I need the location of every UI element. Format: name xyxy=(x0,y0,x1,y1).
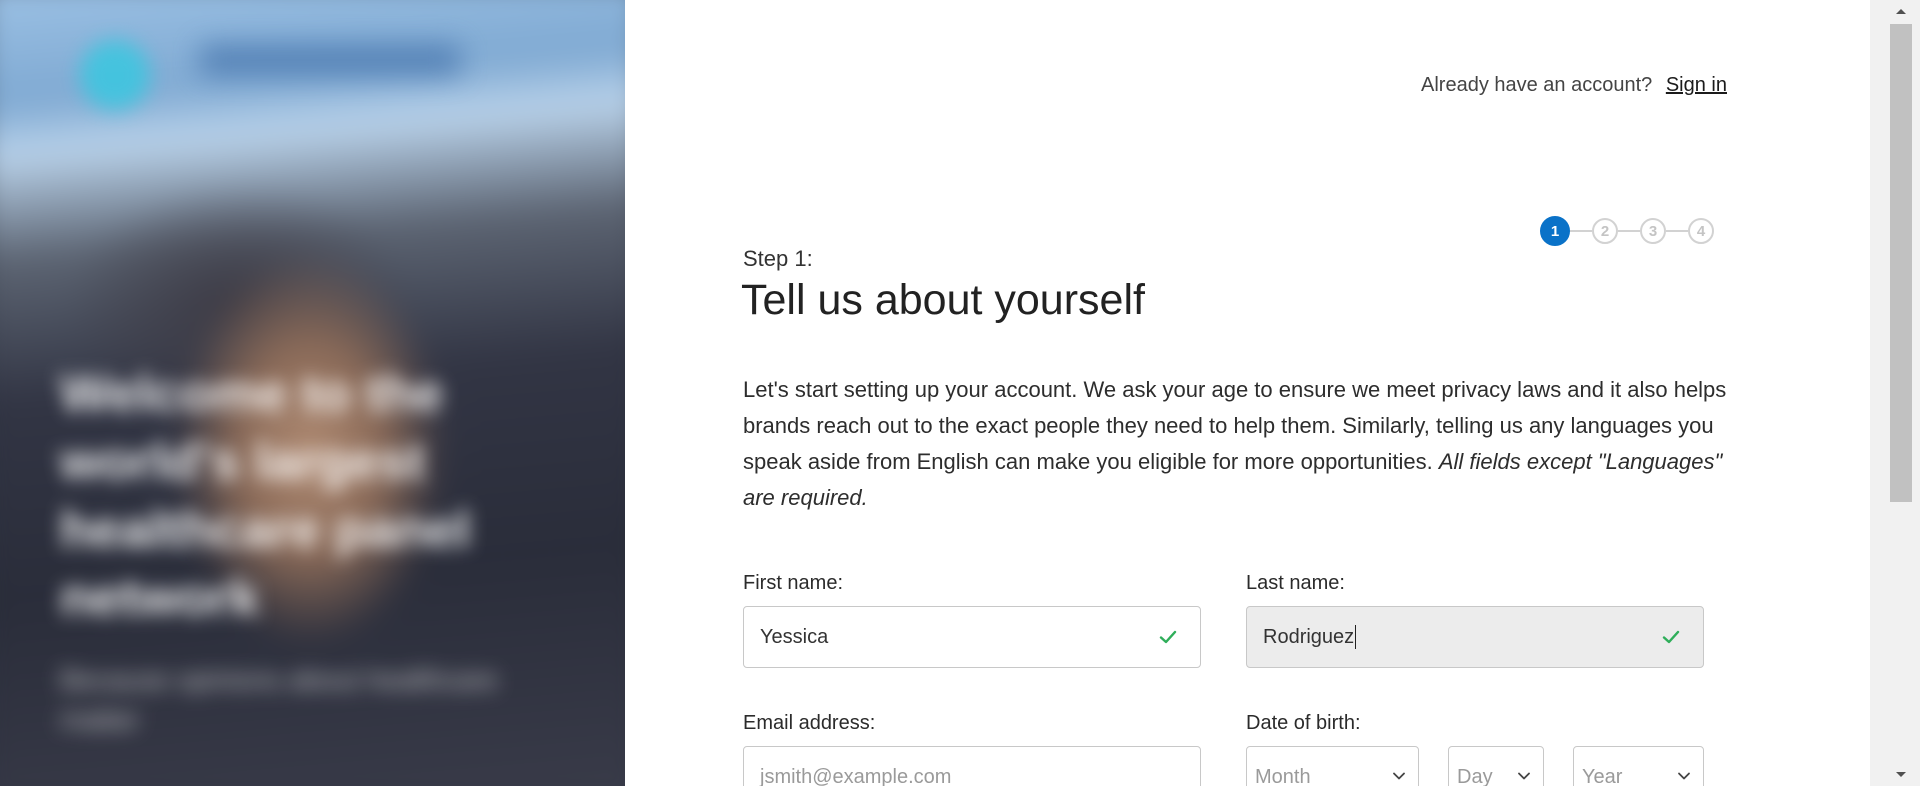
month-placeholder: Month xyxy=(1255,765,1311,786)
step-connector xyxy=(1666,230,1688,232)
text-caret xyxy=(1355,625,1357,649)
hero-headline: Welcome to the world's largest healthcar… xyxy=(60,365,471,627)
year-placeholder: Year xyxy=(1582,765,1623,786)
vertical-scrollbar[interactable] xyxy=(1870,0,1920,786)
email-label: Email address: xyxy=(743,712,876,734)
signin-prompt: Already have an account? Sign in xyxy=(1421,74,1727,97)
chevron-down-icon xyxy=(1678,772,1690,780)
intro-paragraph: Let's start setting up your account. We … xyxy=(743,372,1733,516)
dob-day-select[interactable]: Day xyxy=(1448,746,1544,786)
chevron-down-icon xyxy=(1393,772,1405,780)
account-prompt-text: Already have an account? xyxy=(1421,74,1653,96)
check-icon xyxy=(1662,630,1680,644)
hero-panel: Welcome to the world's largest healthcar… xyxy=(0,0,625,786)
brand-logo-icon xyxy=(80,40,150,110)
last-name-input[interactable]: Rodriguez xyxy=(1246,606,1704,668)
step-3: 3 xyxy=(1640,218,1666,244)
last-name-value: Rodriguez xyxy=(1263,625,1355,648)
scrollbar-thumb[interactable] xyxy=(1890,24,1912,502)
step-2: 2 xyxy=(1592,218,1618,244)
first-name-label: First name: xyxy=(743,572,844,594)
step-1: 1 xyxy=(1540,216,1570,246)
email-input[interactable]: jsmith@example.com xyxy=(743,746,1201,786)
scroll-down-arrow-icon[interactable] xyxy=(1892,768,1910,782)
first-name-input[interactable]: Yessica xyxy=(743,606,1201,668)
dob-year-select[interactable]: Year xyxy=(1573,746,1704,786)
hero-subtext: Because opinions about healthcare matter xyxy=(60,664,498,735)
step-label: Step 1: xyxy=(743,246,813,271)
step-connector xyxy=(1618,230,1640,232)
page-title: Tell us about yourself xyxy=(741,276,1145,324)
step-connector xyxy=(1570,230,1592,232)
dob-month-select[interactable]: Month xyxy=(1246,746,1419,786)
email-placeholder: jsmith@example.com xyxy=(760,765,952,786)
scroll-up-arrow-icon[interactable] xyxy=(1892,4,1910,18)
last-name-label: Last name: xyxy=(1246,572,1345,594)
signup-page: Welcome to the world's largest healthcar… xyxy=(0,0,1920,786)
brand-wordmark xyxy=(200,45,460,75)
check-icon xyxy=(1159,630,1177,644)
day-placeholder: Day xyxy=(1457,765,1493,786)
progress-stepper: 1 2 3 4 xyxy=(1540,216,1714,246)
chevron-down-icon xyxy=(1518,772,1530,780)
step-4: 4 xyxy=(1688,218,1714,244)
dob-label: Date of birth: xyxy=(1246,712,1361,734)
signin-link[interactable]: Sign in xyxy=(1666,74,1727,96)
first-name-value: Yessica xyxy=(760,625,829,648)
